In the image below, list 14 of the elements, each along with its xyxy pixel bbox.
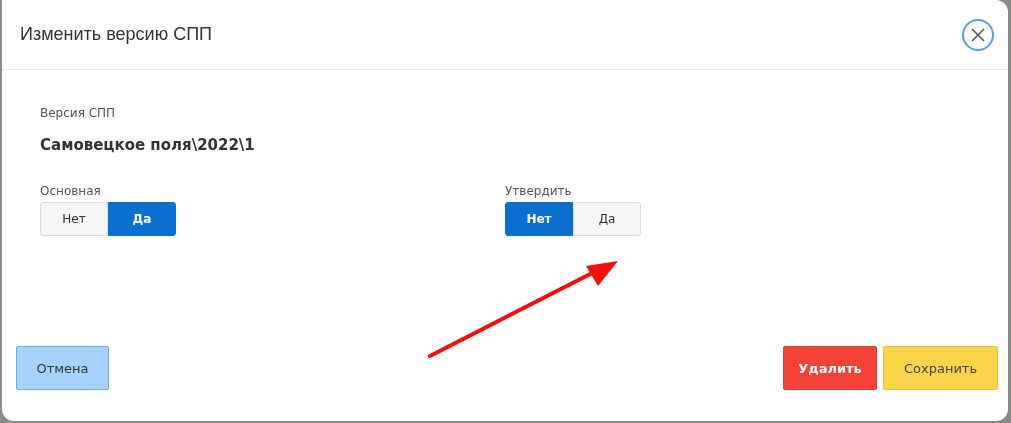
close-icon (971, 27, 985, 42)
close-button[interactable] (962, 18, 994, 51)
toggle-label: Утвердить (505, 184, 573, 198)
save-button[interactable]: Сохранить (883, 346, 998, 390)
toggle-option[interactable]: Нет (40, 202, 108, 236)
toggle-option[interactable]: Да (108, 202, 176, 236)
field-value: Самовецкое поля\2022\1 (40, 136, 256, 154)
toggle-label: Основная (40, 184, 102, 198)
toggle-option[interactable]: Да (573, 202, 641, 236)
field-label: Версия СПП (40, 106, 117, 120)
dialog-title: Изменить версию СПП (20, 24, 212, 45)
cancel-button[interactable]: Отмена (16, 346, 109, 390)
toggle-option[interactable]: Нет (505, 202, 573, 236)
delete-button[interactable]: Удалить (783, 346, 877, 390)
